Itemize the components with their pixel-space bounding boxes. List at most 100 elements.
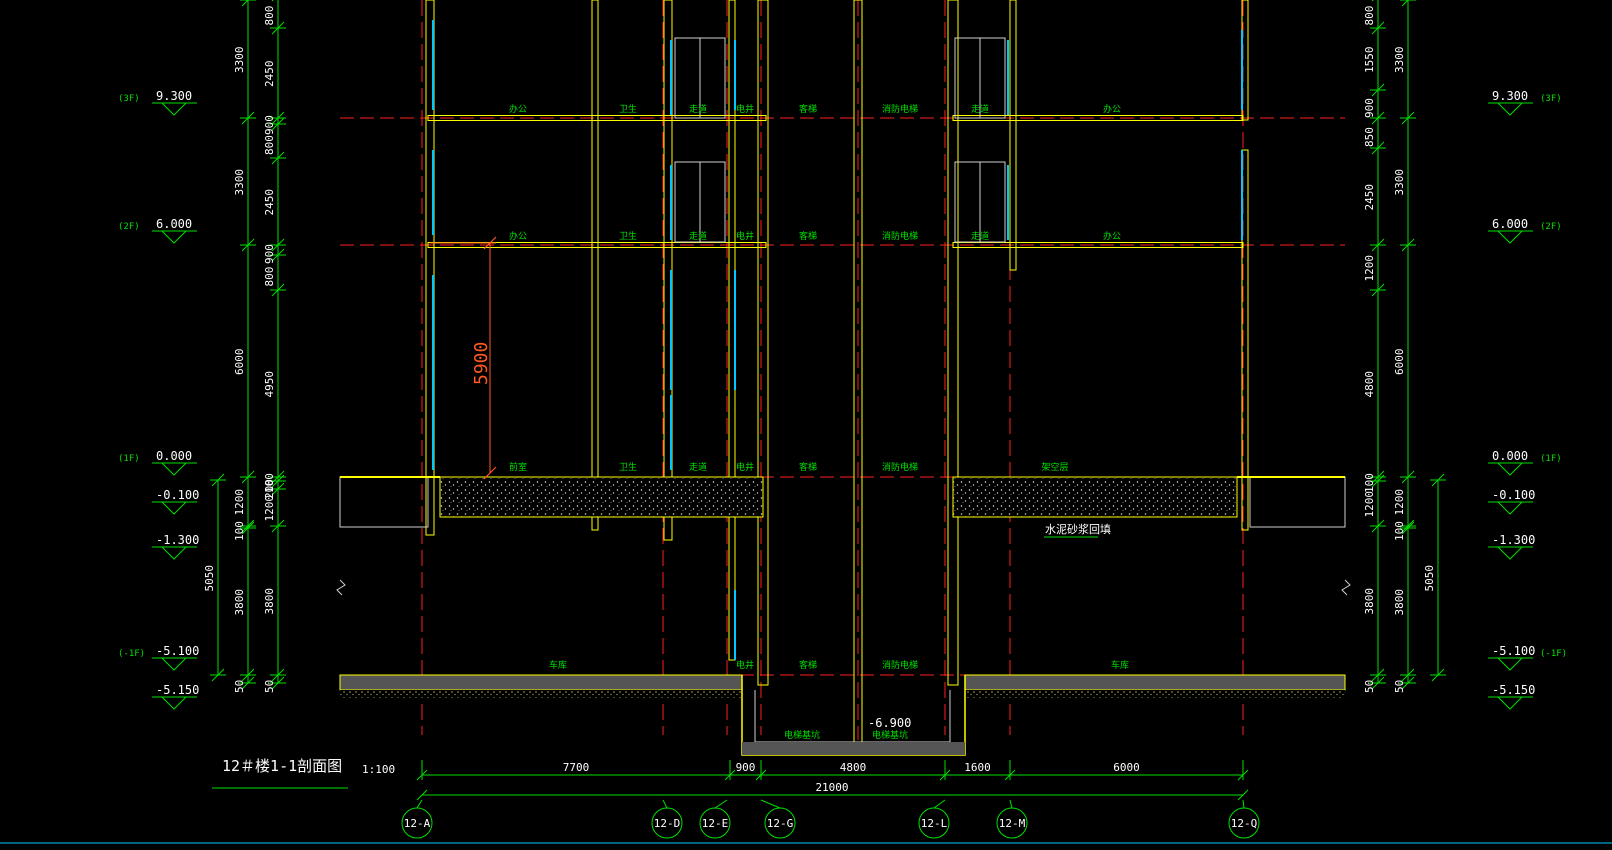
room-label: 走道 xyxy=(689,103,707,115)
room-label: 消防电梯 xyxy=(882,659,918,671)
dimension-text: 1550 xyxy=(1363,47,1376,74)
dimension-text: 1200 xyxy=(1363,491,1376,518)
level-value: -1.300 xyxy=(1492,533,1535,547)
axis-label: 12-Q xyxy=(1231,817,1258,830)
level-triangle xyxy=(1497,501,1523,515)
level-marker: -5.100 (-1F) xyxy=(1488,644,1567,671)
room-label: 客梯 xyxy=(799,659,817,671)
dimension-text: 5050 xyxy=(1423,565,1436,592)
dimension-text: 4800 xyxy=(1363,371,1376,398)
wall-column xyxy=(591,0,599,531)
room-label: 消防电梯 xyxy=(882,461,918,473)
room-label: 消防电梯 xyxy=(882,230,918,242)
room-label: 卫生 xyxy=(619,461,637,473)
room-label: 电井 xyxy=(736,659,754,671)
dimension-text: 3800 xyxy=(1393,589,1406,616)
break-mark xyxy=(336,579,346,596)
room-label: 电梯基坑 xyxy=(784,729,820,741)
axis-leader xyxy=(662,799,668,809)
dimension-text: 100 xyxy=(233,521,246,541)
level-triangle xyxy=(1497,657,1523,671)
retaining-edge xyxy=(1249,476,1346,528)
bay-dimension-text: 1600 xyxy=(964,761,991,774)
drawing-title: 12＃楼1-1剖面图 xyxy=(222,757,342,775)
wall-column xyxy=(1009,0,1017,271)
dimension-text: 50 xyxy=(263,680,276,693)
axis-leader xyxy=(416,799,423,809)
level-value: -0.100 xyxy=(156,488,199,502)
axis-label: 12-D xyxy=(654,817,681,830)
dimension-text: 1200 xyxy=(233,489,246,516)
bay-dimension-text: 6000 xyxy=(1113,761,1140,774)
dimension-text: 3300 xyxy=(233,169,246,196)
bay-dimension-chain: 7700 900 4800 1600 6000 21000 xyxy=(416,760,1249,801)
level-triangle xyxy=(161,546,187,560)
room-label: 客梯 xyxy=(799,230,817,242)
level-marker: -1.300 xyxy=(1488,533,1535,560)
level-tag: (2F) xyxy=(1540,222,1562,232)
room-label: 车库 xyxy=(1111,659,1129,671)
dimension-text: 2450 xyxy=(1363,184,1376,211)
room-label: 电梯基坑 xyxy=(872,729,908,741)
dimension-text: 1200 xyxy=(1363,255,1376,282)
dimension-text: 50 xyxy=(233,680,246,693)
dimension-text: 6000 xyxy=(1393,349,1406,376)
bay-dimension-text: 7700 xyxy=(563,761,590,774)
dimension-text: 900 xyxy=(1363,98,1376,118)
level-triangle xyxy=(1497,462,1523,476)
room-label: 卫生 xyxy=(619,103,637,115)
retaining-edge xyxy=(339,476,429,528)
dimension-text: 900 xyxy=(263,244,276,264)
room-label: 电井 xyxy=(736,461,754,473)
level-value: -5.150 xyxy=(1492,683,1535,697)
dimension-text: 800 xyxy=(263,6,276,26)
break-mark xyxy=(1341,579,1351,596)
dimension-text: 800 xyxy=(263,267,276,287)
total-dimension-text: 21000 xyxy=(815,781,848,794)
fill-note: 水泥砂浆回填 xyxy=(1045,522,1111,536)
level-value: 0.000 xyxy=(156,449,192,463)
level-triangle xyxy=(1497,546,1523,560)
level-marker: -5.150 xyxy=(152,683,199,710)
soil-hatch xyxy=(965,690,1345,698)
level-markers: 9.300 (3F) 6.000 (2F) 0.000 (1F) -0.100 -1.300 -… xyxy=(118,89,1567,710)
dimension-text: 6000 xyxy=(233,349,246,376)
room-label: 走道 xyxy=(971,103,989,115)
level-tag: (3F) xyxy=(1540,94,1562,104)
room-label: 前室 xyxy=(509,461,527,473)
level-triangle xyxy=(1497,230,1523,244)
level-value: 0.000 xyxy=(1492,449,1528,463)
level-triangle xyxy=(161,501,187,515)
highlight-dimension-text: 5900 xyxy=(471,342,492,385)
axis-leader xyxy=(933,799,946,809)
soil-hatch xyxy=(340,690,742,698)
level-value: 9.300 xyxy=(156,89,192,103)
room-label: 卫生 xyxy=(619,230,637,242)
dimension-text: 100 xyxy=(1393,521,1406,541)
level-triangle xyxy=(161,230,187,244)
dimension-text: 3300 xyxy=(1393,47,1406,74)
room-label: 架空层 xyxy=(1041,461,1068,473)
axis-leader xyxy=(714,799,728,809)
ground-slab-fill xyxy=(952,476,1238,518)
dimension-text: 3300 xyxy=(233,47,246,74)
level-tag: (-1F) xyxy=(1540,649,1567,659)
wall-column xyxy=(757,0,769,686)
basement-slab xyxy=(964,674,1346,691)
room-label: 办公 xyxy=(509,230,527,242)
dimension-text: 50 xyxy=(1363,680,1376,693)
section-drawing: 5050330033006000120010038005080024509008… xyxy=(0,0,1612,844)
room-label: 办公 xyxy=(509,103,527,115)
axis-label: 12-M xyxy=(999,817,1026,830)
axis-leader xyxy=(760,799,781,809)
basement-slab xyxy=(339,674,743,691)
room-label: 电井 xyxy=(736,103,754,115)
room-label: 消防电梯 xyxy=(882,103,918,115)
dimension-text: 900 xyxy=(263,115,276,135)
level-value: 6.000 xyxy=(156,217,192,231)
level-marker: 0.000 (1F) xyxy=(1488,449,1562,476)
wall-column xyxy=(947,0,959,686)
dimension-text: 100 xyxy=(1363,473,1376,493)
level-value: -5.100 xyxy=(156,644,199,658)
highlight-dimension: 5900 xyxy=(430,236,497,480)
